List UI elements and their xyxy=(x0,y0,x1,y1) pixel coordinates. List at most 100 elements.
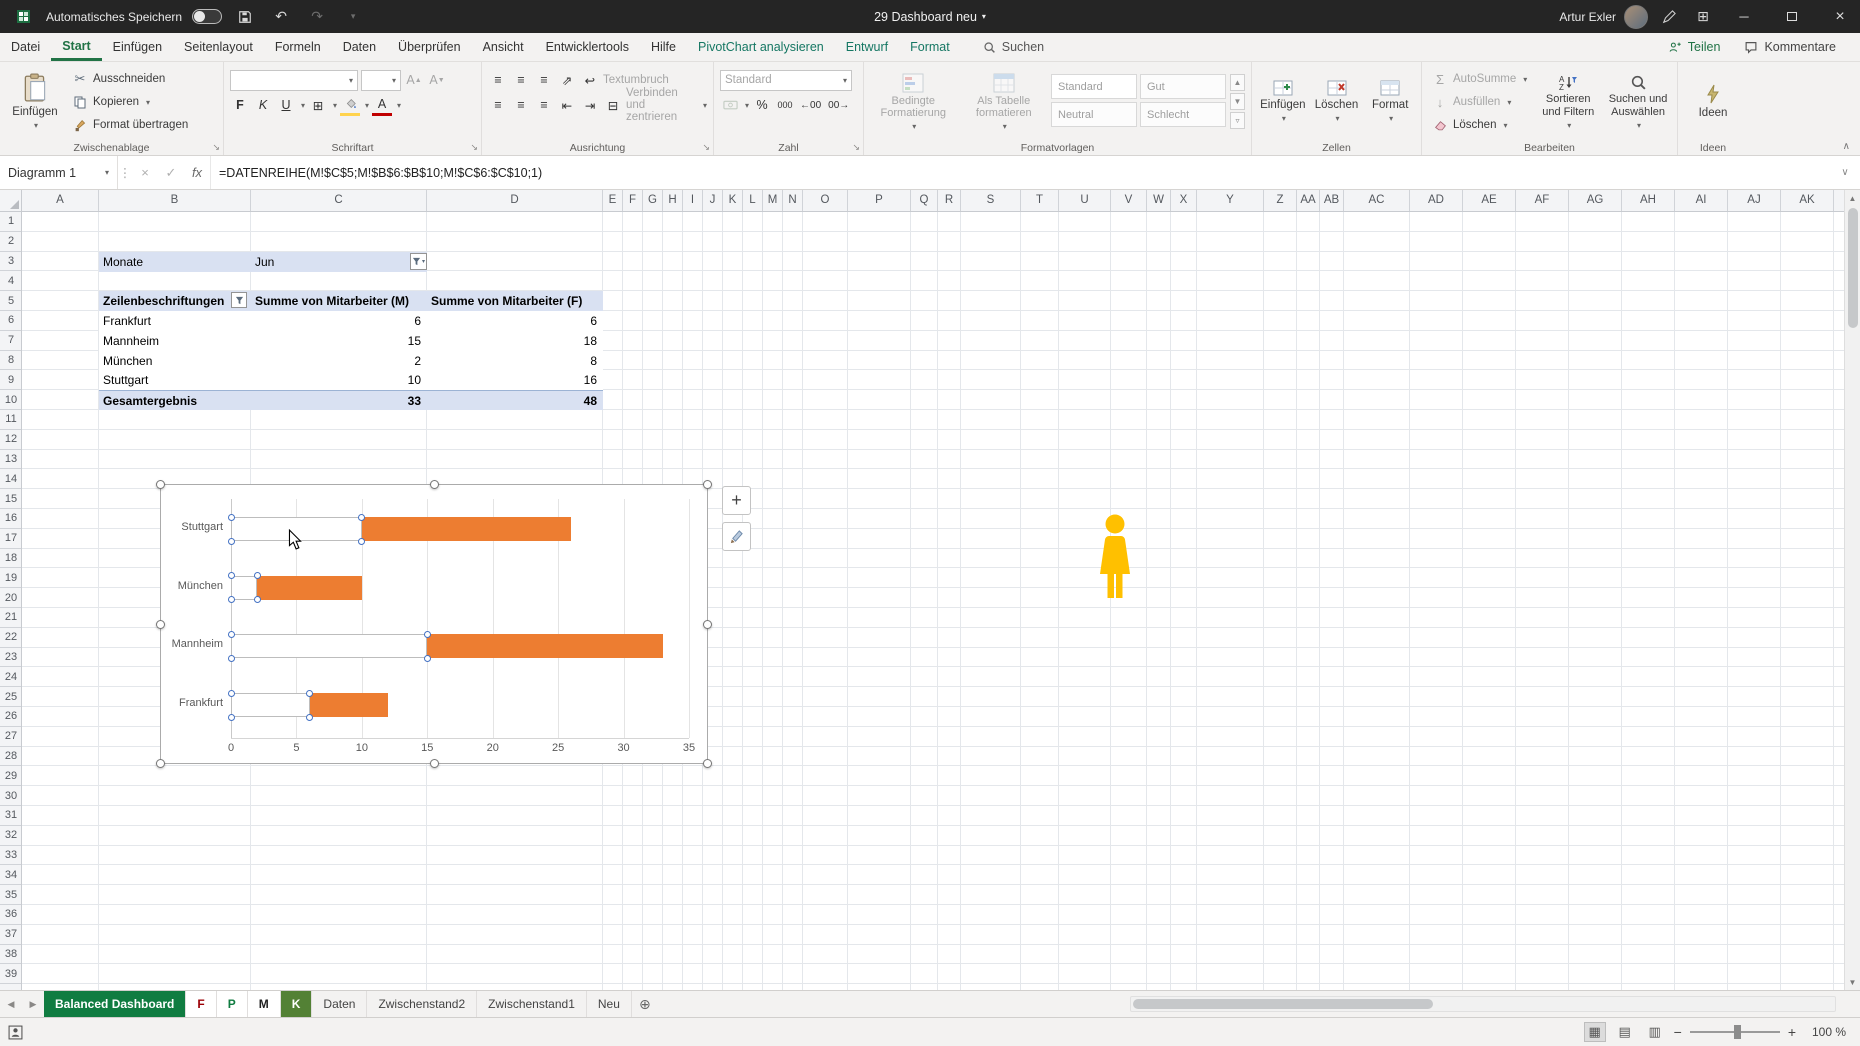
sheet-tab-balanced-dashboard[interactable]: Balanced Dashboard xyxy=(44,991,187,1017)
scroll-up-icon[interactable]: ▲ xyxy=(1845,190,1860,206)
save-icon[interactable] xyxy=(232,5,258,29)
row-header-28[interactable]: 28 xyxy=(0,747,21,767)
row-header-25[interactable]: 25 xyxy=(0,687,21,707)
gallery-more-icon[interactable]: ▿ xyxy=(1230,112,1245,129)
pen-icon[interactable] xyxy=(1656,5,1682,29)
row-header-35[interactable]: 35 xyxy=(0,885,21,905)
column-header-AB[interactable]: AB xyxy=(1320,190,1344,211)
column-header-AI[interactable]: AI xyxy=(1675,190,1728,211)
zoom-slider-thumb[interactable] xyxy=(1733,1025,1741,1039)
font-name-combo[interactable]: ▾ xyxy=(230,69,358,91)
row-header-18[interactable]: 18 xyxy=(0,549,21,569)
chart-resize-handle[interactable] xyxy=(430,759,439,768)
column-header-A[interactable]: A xyxy=(22,190,99,211)
row-header-20[interactable]: 20 xyxy=(0,588,21,608)
series-selection-handle[interactable] xyxy=(227,572,235,580)
column-header-M[interactable]: M xyxy=(763,190,783,211)
column-header-AD[interactable]: AD xyxy=(1410,190,1463,211)
increase-decimal-icon[interactable]: ←00 xyxy=(798,95,823,116)
column-header-X[interactable]: X xyxy=(1171,190,1197,211)
chart-resize-handle[interactable] xyxy=(156,620,165,629)
series-selection-handle[interactable] xyxy=(423,630,431,638)
undo-icon[interactable]: ↶ xyxy=(268,5,294,29)
cell-value-m[interactable]: 6 xyxy=(251,311,427,331)
zoom-in-button[interactable]: + xyxy=(1788,1024,1796,1040)
column-header-AC[interactable]: AC xyxy=(1344,190,1410,211)
cell-value-f[interactable]: 6 xyxy=(427,311,603,331)
chart-resize-handle[interactable] xyxy=(156,480,165,489)
percent-icon[interactable]: % xyxy=(752,95,772,116)
row-header-17[interactable]: 17 xyxy=(0,529,21,549)
grow-font-button[interactable]: A ▲ xyxy=(404,70,424,91)
series-selection-handle[interactable] xyxy=(227,689,235,697)
column-header-AH[interactable]: AH xyxy=(1622,190,1675,211)
cell-monate-label[interactable]: Monate xyxy=(99,252,251,272)
row-header-27[interactable]: 27 xyxy=(0,727,21,747)
chart-plot-area[interactable]: 0 5 10 15 20 25 30 35 Stuttgart München Mannheim Fr… xyxy=(161,485,707,763)
formula-bar-expand-icon[interactable]: ∨ xyxy=(1830,156,1860,189)
column-header-B[interactable]: B xyxy=(99,190,251,211)
row-header-38[interactable]: 38 xyxy=(0,945,21,965)
row-header-6[interactable]: 6 xyxy=(0,311,21,331)
sheet-nav-left-icon[interactable]: ◀ xyxy=(0,991,22,1017)
sheet-tab-daten[interactable]: Daten xyxy=(312,991,368,1017)
column-header-N[interactable]: N xyxy=(783,190,803,211)
series-f-bar-München[interactable] xyxy=(257,575,362,600)
series-f-bar-Frankfurt[interactable] xyxy=(309,693,388,717)
column-header-F[interactable]: F xyxy=(623,190,643,211)
insert-function-button[interactable]: fx xyxy=(184,156,210,189)
chart-resize-handle[interactable] xyxy=(703,620,712,629)
row-header-5[interactable]: 5 xyxy=(0,291,21,311)
format-painter-button[interactable]: Format übertragen xyxy=(68,114,192,136)
sheet-nav-right-icon[interactable]: ▶ xyxy=(22,991,44,1017)
row-header-15[interactable]: 15 xyxy=(0,489,21,509)
view-page-layout-icon[interactable]: ▤ xyxy=(1614,1022,1636,1042)
column-header-O[interactable]: O xyxy=(803,190,848,211)
ribbon-tab-hilfe[interactable]: Hilfe xyxy=(640,33,687,61)
title-chevron-icon[interactable]: ▾ xyxy=(982,12,986,21)
row-header-30[interactable]: 30 xyxy=(0,786,21,806)
sheet-tab-m[interactable]: M xyxy=(247,991,281,1017)
series-selection-handle[interactable] xyxy=(306,713,313,721)
merge-center-button[interactable]: Verbinden und zentrieren xyxy=(626,87,698,123)
gallery-up-icon[interactable]: ▲ xyxy=(1230,74,1245,91)
column-header-S[interactable]: S xyxy=(961,190,1021,211)
cell-total-f[interactable]: 48 xyxy=(427,390,603,410)
align-right-icon[interactable]: ≡ xyxy=(534,95,554,116)
cell-sum-m-header[interactable]: Summe von Mitarbeiter (M) xyxy=(251,291,427,311)
cut-button[interactable]: ✂ Ausschneiden xyxy=(68,68,192,90)
row-header-12[interactable]: 12 xyxy=(0,430,21,450)
row-header-16[interactable]: 16 xyxy=(0,509,21,529)
autosave-toggle[interactable] xyxy=(192,9,223,24)
zoom-out-button[interactable]: − xyxy=(1674,1024,1682,1040)
autosum-button[interactable]: Σ AutoSumme ▾ xyxy=(1428,68,1531,90)
ribbon-tab-ansicht[interactable]: Ansicht xyxy=(472,33,535,61)
row-header-36[interactable]: 36 xyxy=(0,905,21,925)
series-m-bar-Frankfurt[interactable] xyxy=(231,693,310,717)
column-header-T[interactable]: T xyxy=(1021,190,1059,211)
pivot-chart[interactable]: 0 5 10 15 20 25 30 35 Stuttgart München Mannheim Fr… xyxy=(156,480,712,768)
cell-city[interactable]: Frankfurt xyxy=(99,311,251,331)
row-header-34[interactable]: 34 xyxy=(0,865,21,886)
row-header-39[interactable]: 39 xyxy=(0,964,21,985)
series-selection-handle[interactable] xyxy=(423,654,431,662)
formula-input[interactable]: =DATENREIHE(M!$C$5;M!$B$6:$B$10;M!$C$6:$… xyxy=(210,156,1830,189)
column-header-Y[interactable]: Y xyxy=(1197,190,1264,211)
column-header-P[interactable]: P xyxy=(848,190,911,211)
align-bottom-icon[interactable]: ≡ xyxy=(534,70,554,91)
bold-button[interactable]: F xyxy=(230,95,250,116)
dialog-launcher-icon[interactable]: ↘ xyxy=(470,142,478,153)
row-header-3[interactable]: 3 xyxy=(0,252,21,272)
vertical-scrollbar[interactable]: ▲ ▼ xyxy=(1844,190,1860,990)
align-center-icon[interactable]: ≡ xyxy=(511,95,531,116)
zoom-level[interactable]: 100 % xyxy=(1804,1025,1846,1039)
row-header-10[interactable]: 10 xyxy=(0,390,21,410)
underline-button[interactable]: U xyxy=(276,95,296,116)
sheet-tab-neu[interactable]: Neu xyxy=(586,991,632,1017)
series-selection-handle[interactable] xyxy=(253,596,261,604)
thousands-separator-icon[interactable]: 000 xyxy=(775,95,795,116)
cell-value-m[interactable]: 2 xyxy=(251,351,427,371)
column-header-AE[interactable]: AE xyxy=(1463,190,1516,211)
cancel-button[interactable]: × xyxy=(132,156,158,189)
column-header-Z[interactable]: Z xyxy=(1264,190,1297,211)
